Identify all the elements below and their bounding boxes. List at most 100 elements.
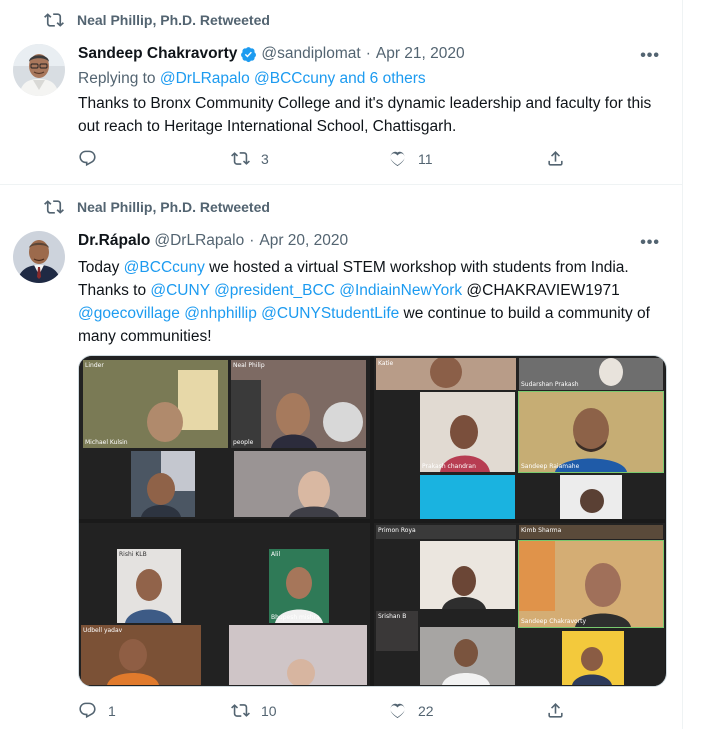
participant-tile: Primon Roya [376, 525, 516, 539]
share-icon [548, 703, 563, 718]
participant-video [81, 625, 201, 685]
mention-link[interactable]: @president_BCC [214, 282, 335, 299]
participant-name: Alil [271, 551, 281, 558]
like-button[interactable]: 11 [388, 149, 433, 168]
retweet-count: 3 [261, 150, 269, 167]
participant-video [83, 360, 228, 448]
participant-name: Primon Roya [378, 527, 416, 534]
author-handle[interactable]: @DrLRapalo [154, 232, 244, 250]
participant-tile [420, 475, 515, 519]
replying-to: Replying to @DrLRapalo @BCCcuny and 6 ot… [78, 70, 426, 88]
text-part: @CHAKRAVIEW1971 [462, 282, 620, 299]
participant-tile: Alil Bhupesh mishra [269, 549, 329, 623]
tweet-1[interactable]: Neal Phillip, Ph.D. Retweeted Sandeep Ch… [0, 0, 682, 185]
mention-link[interactable]: @CUNY [150, 282, 209, 299]
retweet-icon [231, 704, 250, 717]
participant-tile [420, 541, 515, 609]
participant-name: Udbell yadav [83, 627, 123, 634]
tweet-date[interactable]: Apr 20, 2020 [259, 232, 348, 250]
tweet-actions: 3 11 [78, 149, 578, 171]
mention-link[interactable]: @CUNYStudentLife [261, 305, 399, 322]
author-name[interactable]: Sandeep Chakravorty [78, 45, 237, 63]
participant-tile [560, 475, 622, 519]
retweeted-by-label: Neal Phillip, Ph.D. Retweeted [77, 12, 270, 28]
avatar[interactable] [13, 44, 65, 96]
timeline-right-border [682, 0, 683, 729]
avatar-image [13, 44, 65, 96]
mention-link[interactable]: @nhphillip [184, 305, 257, 322]
retweet-context[interactable]: Neal Phillip, Ph.D. Retweeted [44, 197, 270, 217]
participant-video [234, 451, 366, 517]
more-options-icon[interactable]: ••• [640, 234, 660, 252]
participant-video [229, 625, 367, 685]
tweet-media-image[interactable]: Linder Michael Kulsin Neal Philip people… [78, 355, 667, 687]
video-call-grid-3: Rishi KLB Alil Bhupesh mishra Udbell yad… [79, 523, 370, 686]
verified-badge-icon [241, 46, 257, 62]
participant-name: Neal Philip [233, 362, 265, 369]
participant-tile: Sandeep Chakravorty [518, 540, 664, 628]
header-separator: · [365, 45, 371, 62]
tweet-actions: 1 10 22 [78, 701, 578, 723]
participant-name: Katie [378, 360, 394, 367]
participant-tile: Kimb Sharma [519, 525, 663, 539]
mention-link[interactable]: @goecovillage [78, 305, 180, 322]
retweet-icon [44, 200, 64, 214]
participant-name: Sudarshan Prakash [521, 381, 579, 388]
participant-video [231, 360, 366, 448]
participant-name: Sandeep Raiamahe [521, 463, 580, 470]
reply-icon [79, 150, 96, 167]
mention-link[interactable]: @IndiainNewYork [339, 282, 462, 299]
author-handle[interactable]: @sandiplomat [261, 45, 360, 63]
mention-link[interactable]: @BCCcuny [124, 259, 205, 276]
participant-name: Kimb Sharma [521, 527, 562, 534]
share-button[interactable] [546, 149, 576, 168]
tweet-2[interactable]: Neal Phillip, Ph.D. Retweeted Dr.Rápalo … [0, 185, 682, 729]
participant-video [560, 475, 622, 519]
retweet-icon [231, 152, 250, 165]
retweet-button[interactable]: 10 [231, 701, 277, 720]
like-heart-icon [390, 703, 405, 719]
participant-video [562, 631, 624, 685]
tweet-date[interactable]: Apr 21, 2020 [376, 45, 465, 63]
video-call-grid-2: Katie Sudarshan Prakash Prakash chandran… [374, 356, 665, 519]
replying-to-prefix: Replying to [78, 70, 160, 87]
participant-tile: Prakash chandran [420, 392, 515, 472]
participant-name: Prakash chandran [422, 463, 476, 470]
participant-tile: Katie [376, 358, 516, 390]
participant-tile: Linder Michael Kulsin [83, 360, 228, 448]
avatar[interactable] [13, 231, 65, 283]
retweet-context[interactable]: Neal Phillip, Ph.D. Retweeted [44, 10, 270, 30]
avatar-image [13, 231, 65, 283]
retweet-icon [44, 13, 64, 27]
participant-video [420, 627, 515, 685]
author-name[interactable]: Dr.Rápalo [78, 232, 150, 250]
participant-video [519, 541, 663, 627]
header-separator: · [249, 232, 255, 249]
replying-to-links[interactable]: @DrLRapalo @BCCcuny and 6 others [160, 70, 426, 87]
participant-video [376, 358, 516, 390]
participant-video [519, 392, 663, 472]
more-options-icon[interactable]: ••• [640, 47, 660, 65]
participant-video [269, 549, 329, 623]
participant-tile [229, 625, 367, 685]
participant-tile: Sandeep Raiamahe [518, 391, 664, 473]
retweet-button[interactable]: 3 [231, 149, 269, 168]
share-button[interactable] [546, 701, 576, 720]
participant-tile [420, 627, 515, 685]
video-call-grid-1: Linder Michael Kulsin Neal Philip people [79, 356, 370, 519]
like-heart-icon [390, 151, 405, 167]
participant-video [420, 541, 515, 609]
tweet-text: Today @BCCcuny we hosted a virtual STEM … [78, 256, 668, 348]
like-count: 11 [418, 150, 433, 167]
video-call-grid-4: Primon Roya Kimb Sharma Sandeep Chakravo… [374, 523, 665, 686]
retweet-count: 10 [261, 702, 277, 719]
participant-tile [234, 451, 366, 517]
participant-tile: Sudarshan Prakash [519, 358, 663, 390]
like-button[interactable]: 22 [388, 701, 434, 720]
reply-button[interactable]: 1 [78, 701, 116, 720]
participant-name: Rishi KLB [119, 551, 147, 558]
like-count: 22 [418, 702, 434, 719]
reply-icon [79, 702, 96, 719]
participant-tile [562, 631, 624, 685]
reply-button[interactable] [78, 149, 108, 168]
